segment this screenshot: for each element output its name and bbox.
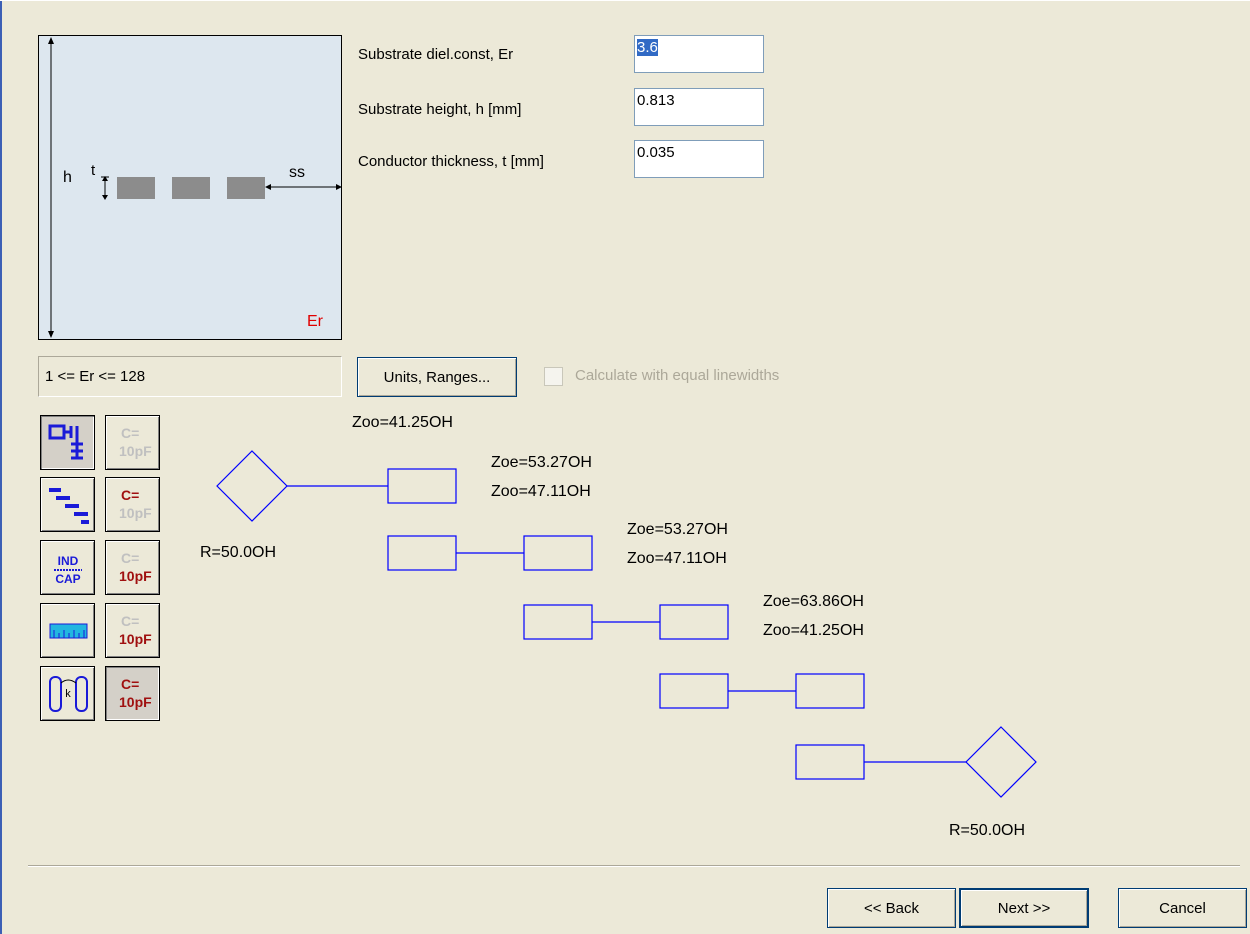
source-port bbox=[216, 450, 288, 522]
coupled-section-2a bbox=[523, 535, 593, 571]
load-r-label: R=50.0OH bbox=[949, 822, 1025, 839]
bottom-separator bbox=[28, 865, 1240, 867]
coupled-section-1b bbox=[387, 535, 457, 571]
next-button[interactable]: Next >> bbox=[959, 888, 1089, 928]
cancel-button[interactable]: Cancel bbox=[1118, 888, 1247, 928]
stage2-zoe-label: Zoe=53.27OH bbox=[627, 521, 728, 538]
stage1-zoo-label: Zoo=47.11OH bbox=[491, 483, 591, 500]
coupled-section-2b bbox=[523, 604, 593, 640]
partial-zoo-label: Zoo=41.25OH bbox=[352, 414, 453, 431]
stage3-zoe-label: Zoe=63.86OH bbox=[763, 593, 864, 610]
coupled-section-1a bbox=[387, 468, 457, 504]
source-r-label: R=50.0OH bbox=[200, 544, 276, 561]
filter-schematic: Zoo=41.25OH Zoe=53.27OH Zoo=47.11OH R=50… bbox=[200, 414, 1037, 839]
coupled-section-3b bbox=[659, 673, 729, 709]
stage1-zoe-label: Zoe=53.27OH bbox=[491, 454, 592, 471]
stage3-zoo-label: Zoo=41.25OH bbox=[763, 622, 864, 639]
coupled-section-3a bbox=[659, 604, 729, 640]
back-button[interactable]: << Back bbox=[827, 888, 956, 928]
coupled-section-4b bbox=[795, 744, 865, 780]
stage2-zoo-label: Zoo=47.11OH bbox=[627, 550, 727, 567]
load-port bbox=[965, 726, 1037, 798]
coupled-section-4a bbox=[795, 673, 865, 709]
